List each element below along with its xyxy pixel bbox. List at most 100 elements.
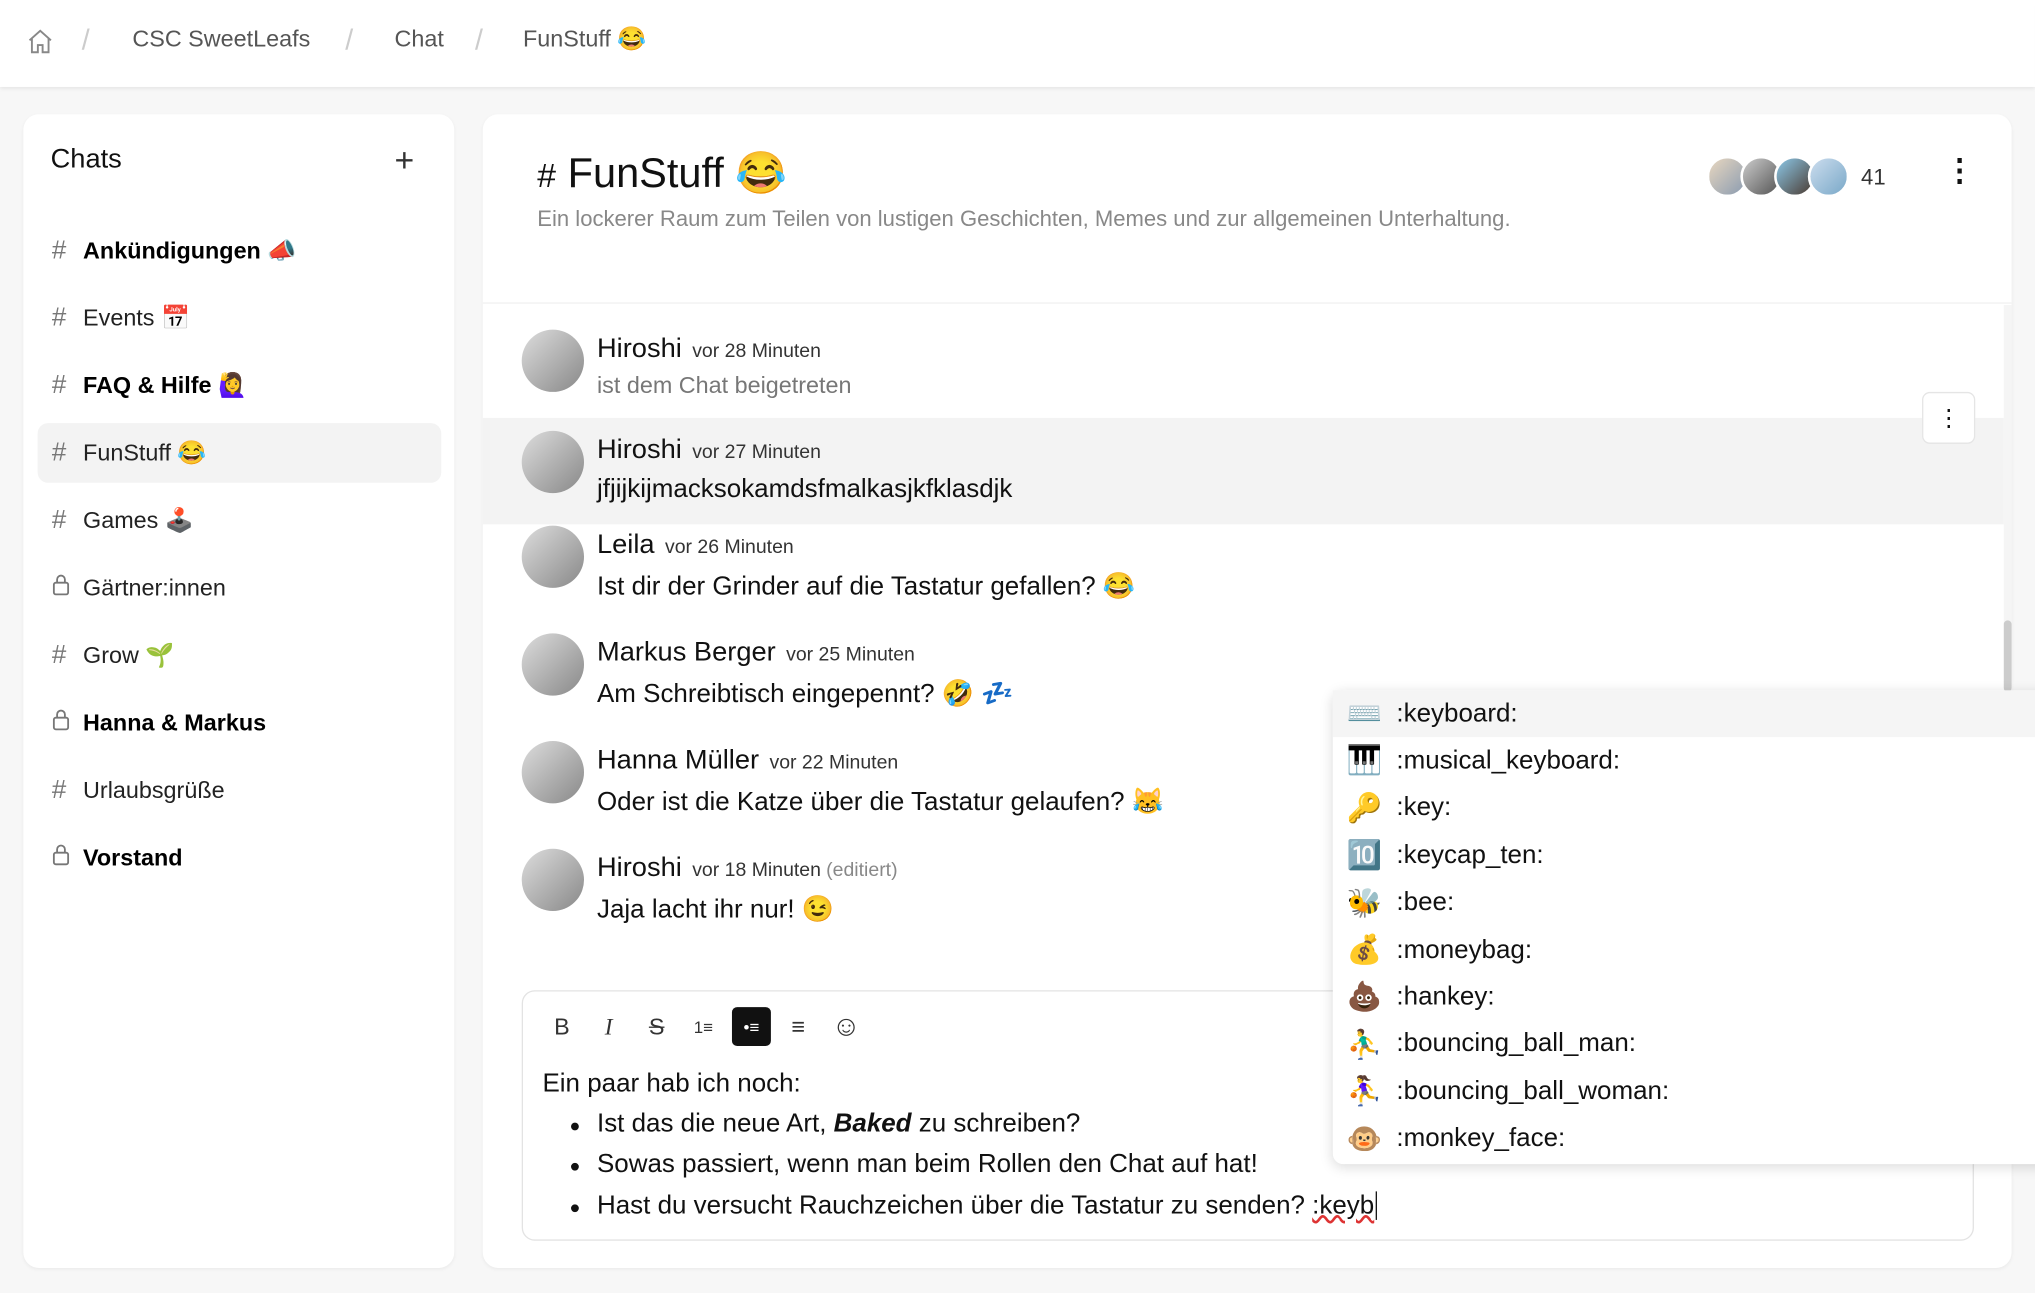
emoji-suggestion-item[interactable]: 💰 :moneybag: <box>1333 927 2035 974</box>
emoji-icon: ⌨️ <box>1346 696 1383 730</box>
emoji-suggestion-item[interactable]: 🔑:key: <box>1333 785 2035 832</box>
emoji-icon: 💰 <box>1346 933 1383 966</box>
message-actions-kebab-icon[interactable]: ⋮ <box>1922 391 1976 444</box>
emoji-suggestion-item[interactable]: 🎹:musical_keyboard: <box>1333 738 2035 785</box>
bullet <box>571 1122 579 1131</box>
avatar[interactable] <box>521 633 585 696</box>
sidebar-item-channel[interactable]: # Games 🕹️ <box>38 491 442 551</box>
emoji-shortcode: :keycap_ten: <box>1396 840 1544 870</box>
author-name[interactable]: Hiroshi <box>597 435 682 465</box>
message-header: Leila vor 26 Minuten <box>597 530 794 561</box>
emoji-shortcode: :bouncing_ball_woman: <box>1396 1076 1670 1106</box>
author-name[interactable]: Hanna Müller <box>597 745 759 775</box>
sidebar-item-channel[interactable]: # Urlaubsgrüße <box>38 761 442 821</box>
bold-button[interactable]: B <box>542 1007 581 1046</box>
emoji-shortcode: :monkey_face: <box>1396 1124 1566 1153</box>
breadcrumb-org[interactable]: CSC SweetLeafs <box>132 26 310 53</box>
emoji-suggestion-item[interactable]: ⛹️‍♂️ :bouncing_ball_man: <box>1333 1021 2035 1068</box>
sidebar-item-channel[interactable]: Hanna & Markus <box>38 693 442 753</box>
sidebar-item-channel[interactable]: Gärtner:innen <box>38 558 442 618</box>
top-bar: / CSC SweetLeafs / Chat / FunStuff 😂 <box>0 0 2035 87</box>
channel-title: # FunStuff 😂 <box>537 148 787 197</box>
sidebar-item-channel[interactable]: # FunStuff 😂 <box>37 423 442 483</box>
ordered-list-button[interactable]: 1≡ <box>684 1007 723 1046</box>
hash-icon: # <box>537 155 557 195</box>
emoji-suggestion-item[interactable]: 🐝:bee: <box>1333 879 2035 926</box>
message-text: Jaja lacht ihr nur! 😉 <box>596 895 835 925</box>
sidebar-item-label: Hanna & Markus <box>83 709 267 736</box>
emoji-suggestion-item[interactable]: 💩:hankey: <box>1333 974 2035 1021</box>
message-header: Hiroshi vor 28 Minuten <box>597 334 821 365</box>
timestamp: vor 28 Minuten <box>692 340 821 363</box>
emoji-suggestion-item[interactable]: 🔟 :keycap_ten: <box>1333 832 2035 879</box>
message-header: Hiroshi vor 18 Minuten (editiert) <box>597 853 898 884</box>
message-row[interactable]: Hiroshi vor 27 Minuten jfjijkijmacksokamds… <box>482 417 2004 525</box>
author-name[interactable]: Leila <box>597 530 655 560</box>
emoji-icon: ⛹️‍♀️ <box>1346 1074 1383 1108</box>
emoji-shortcode: :hankey: <box>1396 982 1495 1011</box>
avatar[interactable] <box>521 525 585 588</box>
emoji-suggestion-item[interactable]: ⛹️‍♀️ :bouncing_ball_woman: <box>1333 1068 2035 1115</box>
channel-menu-kebab-icon[interactable]: ⋮ <box>1944 155 1975 187</box>
breadcrumb-chat[interactable]: Chat <box>395 26 444 53</box>
author-name[interactable]: Hiroshi <box>597 334 682 364</box>
add-chat-button[interactable]: + <box>395 140 415 180</box>
avatar[interactable] <box>521 741 585 804</box>
composer-bullet-2: Sowas passiert, wenn man beim Rollen den… <box>596 1149 1258 1179</box>
emoji-shortcode: :bouncing_ball_man: <box>1396 1029 1636 1059</box>
emoji-suggestion-item[interactable]: ⌨️:keyboard: <box>1332 690 2035 738</box>
text: zu schreiben? <box>911 1109 1081 1139</box>
hash-icon: # <box>51 505 67 535</box>
sidebar-item-label: Events 📅 <box>83 304 191 331</box>
sidebar-item-channel[interactable]: # Ankündigungen 📣 <box>38 221 442 281</box>
text: Hast du versucht Rauchzeichen über die T… <box>596 1191 1313 1220</box>
sidebar-item-channel[interactable]: # Grow 🌱 <box>38 626 442 686</box>
sidebar-item-channel[interactable]: # Events 📅 <box>38 288 442 348</box>
timestamp: vor 22 Minuten <box>769 751 899 774</box>
message-text: Ist dir der Grinder auf die Tastatur gef… <box>596 572 1136 601</box>
indent-list-button[interactable]: ≡ <box>779 1007 818 1046</box>
emoji-shortcode: :bee: <box>1396 887 1455 917</box>
emoji-shortcode: :moneybag: <box>1396 935 1533 964</box>
avatar[interactable] <box>521 430 585 494</box>
message-header: Markus Berger vor 25 Minuten <box>597 637 915 668</box>
bullet <box>571 1204 579 1213</box>
home-icon[interactable] <box>26 27 55 56</box>
lock-icon <box>52 843 83 873</box>
italic-button[interactable]: I <box>589 1007 628 1046</box>
sidebar-item-channel[interactable]: # FAQ & Hilfe 🙋‍♀️ <box>38 356 442 416</box>
author-name[interactable]: Markus Berger <box>597 637 776 667</box>
bullet-list-button[interactable]: •≡ <box>731 1007 771 1047</box>
strikethrough-button[interactable]: S <box>637 1007 676 1046</box>
message-header: Hanna Müller vor 22 Minuten <box>597 745 898 776</box>
hash-icon: # <box>51 370 67 400</box>
composer-intro: Ein paar hab ich noch: <box>542 1069 801 1098</box>
sidebar-item-label: Gärtner:innen <box>83 574 226 601</box>
sidebar-item-label: Vorstand <box>83 844 183 871</box>
text: Ist das die neue Art, <box>596 1109 834 1139</box>
breadcrumb-separator: / <box>474 23 483 56</box>
emoji-icon: ⛹️‍♂️ <box>1346 1027 1383 1061</box>
hash-icon: # <box>51 775 67 804</box>
composer-bullet-1: Ist das die neue Art, Baked zu schreiben… <box>597 1110 1080 1140</box>
member-count: 41 <box>1861 164 1886 190</box>
emoji-button[interactable]: ☺ <box>827 1007 866 1046</box>
avatar[interactable] <box>521 848 585 912</box>
message-text: jfjijkijmacksokamdsfmalkasjkfklasdjk <box>596 474 1013 504</box>
breadcrumb-separator: / <box>81 23 90 56</box>
message-row[interactable]: Leila vor 26 Minuten Ist dir der Grinder a… <box>483 525 2004 632</box>
avatar[interactable] <box>521 329 585 392</box>
member-avatars[interactable] <box>1706 155 1863 198</box>
sidebar-item-channel[interactable]: Vorstand <box>38 828 442 888</box>
bold-italic-text: Baked <box>833 1109 912 1139</box>
emoji-icon: 🔟 <box>1346 838 1383 872</box>
emoji-shortcode: :key: <box>1396 793 1452 822</box>
composer-bullet-3[interactable]: Hast du versucht Rauchzeichen über die T… <box>597 1191 1377 1221</box>
avatar <box>1807 155 1850 198</box>
text-cursor <box>1375 1191 1377 1220</box>
hash-icon: # <box>51 235 67 265</box>
author-name[interactable]: Hiroshi <box>597 853 682 883</box>
scrollbar-thumb[interactable] <box>2003 620 2012 692</box>
emoji-suggestion-item[interactable]: 🐵:monkey_face: <box>1333 1116 2035 1163</box>
scrollbar[interactable] <box>2003 304 2012 695</box>
